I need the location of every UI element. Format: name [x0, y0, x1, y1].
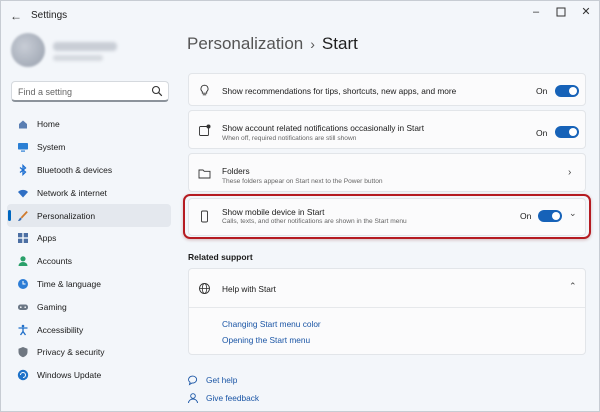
- sidebar-item-time-language[interactable]: Time & language: [7, 273, 171, 296]
- sidebar-item-network-internet[interactable]: Network & internet: [7, 181, 171, 204]
- breadcrumb: Personalization › Start: [187, 34, 358, 54]
- sidebar-item-bluetooth-devices[interactable]: Bluetooth & devices: [7, 159, 171, 182]
- user-profile[interactable]: [9, 31, 169, 71]
- folder-icon: [198, 169, 211, 179]
- toggle-state-label: On: [536, 86, 548, 96]
- divider: [189, 307, 585, 308]
- sidebar-item-label: Network & internet: [37, 187, 107, 198]
- sidebar-item-label: Home: [37, 119, 60, 130]
- setting-title: Show mobile device in Start: [222, 207, 325, 217]
- sidebar-item-label: System: [37, 142, 66, 153]
- setting-description: These folders appear on Start next to th…: [222, 178, 383, 185]
- help-link-opening-start-menu[interactable]: Opening the Start menu: [222, 335, 310, 345]
- chevron-down-icon[interactable]: ⌄: [569, 208, 577, 219]
- help-with-start-card: Help with Start ⌃ Changing Start menu co…: [188, 268, 586, 355]
- bluetooth-icon: [19, 163, 27, 176]
- globe-clock-icon: [18, 278, 28, 289]
- help-icon: [188, 375, 198, 386]
- help-title[interactable]: Help with Start: [222, 284, 276, 294]
- sidebar-item-label: Privacy & security: [37, 347, 105, 358]
- sidebar-item-accounts[interactable]: Accounts: [7, 250, 171, 273]
- mobile-device-toggle[interactable]: [538, 210, 562, 222]
- setting-title: Folders: [222, 166, 250, 176]
- person-icon: [18, 256, 28, 267]
- sidebar-item-label: Windows Update: [37, 370, 102, 381]
- active-indicator: [8, 210, 11, 222]
- globe-icon: [199, 283, 210, 294]
- user-email-blurred: [53, 55, 103, 61]
- give-feedback-link[interactable]: Give feedback: [187, 392, 259, 404]
- avatar: [11, 33, 45, 67]
- get-help-label[interactable]: Get help: [206, 375, 237, 385]
- help-link-start-menu-color[interactable]: Changing Start menu color: [222, 319, 321, 329]
- sidebar-item-label: Accounts: [37, 256, 72, 267]
- notification-icon: [199, 124, 211, 136]
- monitor-icon: [18, 143, 28, 152]
- setting-row-recommendations[interactable]: Show recommendations for tips, shortcuts…: [188, 73, 586, 106]
- update-icon: [17, 369, 29, 381]
- setting-row-mobile-device[interactable]: Show mobile device in Start Calls, texts…: [188, 198, 586, 236]
- feedback-icon: [188, 393, 198, 404]
- sidebar-item-apps[interactable]: Apps: [7, 227, 171, 250]
- get-help-link[interactable]: Get help: [187, 374, 237, 386]
- controller-icon: [18, 304, 28, 310]
- home-icon: [19, 120, 27, 129]
- breadcrumb-separator: ›: [310, 36, 315, 52]
- page-title: Start: [321, 34, 358, 53]
- search-input[interactable]: [18, 85, 148, 99]
- sidebar-item-home[interactable]: Home: [7, 113, 171, 136]
- sidebar-item-label: Bluetooth & devices: [37, 164, 113, 175]
- sidebar-item-accessibility[interactable]: Accessibility: [7, 318, 171, 341]
- apps-icon: [18, 233, 28, 244]
- accessibility-icon: [18, 324, 28, 335]
- related-support-heading: Related support: [188, 252, 253, 262]
- sidebar-item-label: Time & language: [37, 278, 101, 289]
- lightbulb-icon: [200, 84, 209, 96]
- brush-icon: [18, 210, 28, 221]
- back-arrow-icon[interactable]: ←: [9, 9, 23, 23]
- sidebar-item-label: Accessibility: [37, 324, 84, 335]
- search-box[interactable]: [11, 81, 169, 102]
- wifi-icon: [18, 189, 28, 198]
- sidebar-item-label: Apps: [37, 233, 57, 244]
- sidebar-item-gaming[interactable]: Gaming: [7, 295, 171, 318]
- maximize-icon[interactable]: [554, 5, 568, 19]
- setting-description: Calls, texts, and other notifications ar…: [222, 218, 407, 225]
- setting-title: Show account related notifications occas…: [222, 123, 425, 133]
- minimize-icon[interactable]: –: [529, 5, 543, 19]
- setting-row-account-notifications[interactable]: Show account related notifications occas…: [188, 110, 586, 149]
- recommendations-toggle[interactable]: [555, 85, 579, 97]
- sidebar-item-system[interactable]: System: [7, 136, 171, 159]
- account-notifications-toggle[interactable]: [555, 126, 579, 138]
- shield-icon: [18, 347, 28, 358]
- setting-row-folders[interactable]: Folders These folders appear on Start ne…: [188, 153, 586, 192]
- settings-window: ← Settings – ✕ Home System Bluetooth & dev…: [0, 0, 600, 412]
- sidebar-item-privacy-security[interactable]: Privacy & security: [7, 341, 171, 364]
- chevron-up-icon[interactable]: ⌃: [569, 281, 577, 292]
- toggle-state-label: On: [520, 211, 532, 221]
- setting-title: Show recommendations for tips, shortcuts…: [222, 86, 457, 96]
- sidebar-item-personalization[interactable]: Personalization: [7, 204, 171, 227]
- user-name-blurred: [53, 42, 117, 51]
- app-title: Settings: [31, 10, 68, 21]
- sidebar-item-label: Gaming: [37, 301, 67, 312]
- give-feedback-label[interactable]: Give feedback: [206, 393, 259, 403]
- setting-description: When off, required notifications are sti…: [222, 135, 357, 142]
- search-icon[interactable]: [151, 85, 163, 97]
- phone-icon: [201, 210, 208, 223]
- sidebar-nav: Home System Bluetooth & devices Network & i…: [7, 113, 171, 387]
- chevron-right-icon[interactable]: ›: [568, 167, 571, 178]
- sidebar-item-label: Personalization: [37, 210, 96, 221]
- sidebar-item-windows-update[interactable]: Windows Update: [7, 364, 171, 387]
- close-icon[interactable]: ✕: [579, 5, 593, 19]
- toggle-state-label: On: [536, 128, 548, 138]
- title-bar: ← Settings – ✕: [1, 1, 599, 31]
- breadcrumb-personalization[interactable]: Personalization: [187, 34, 303, 53]
